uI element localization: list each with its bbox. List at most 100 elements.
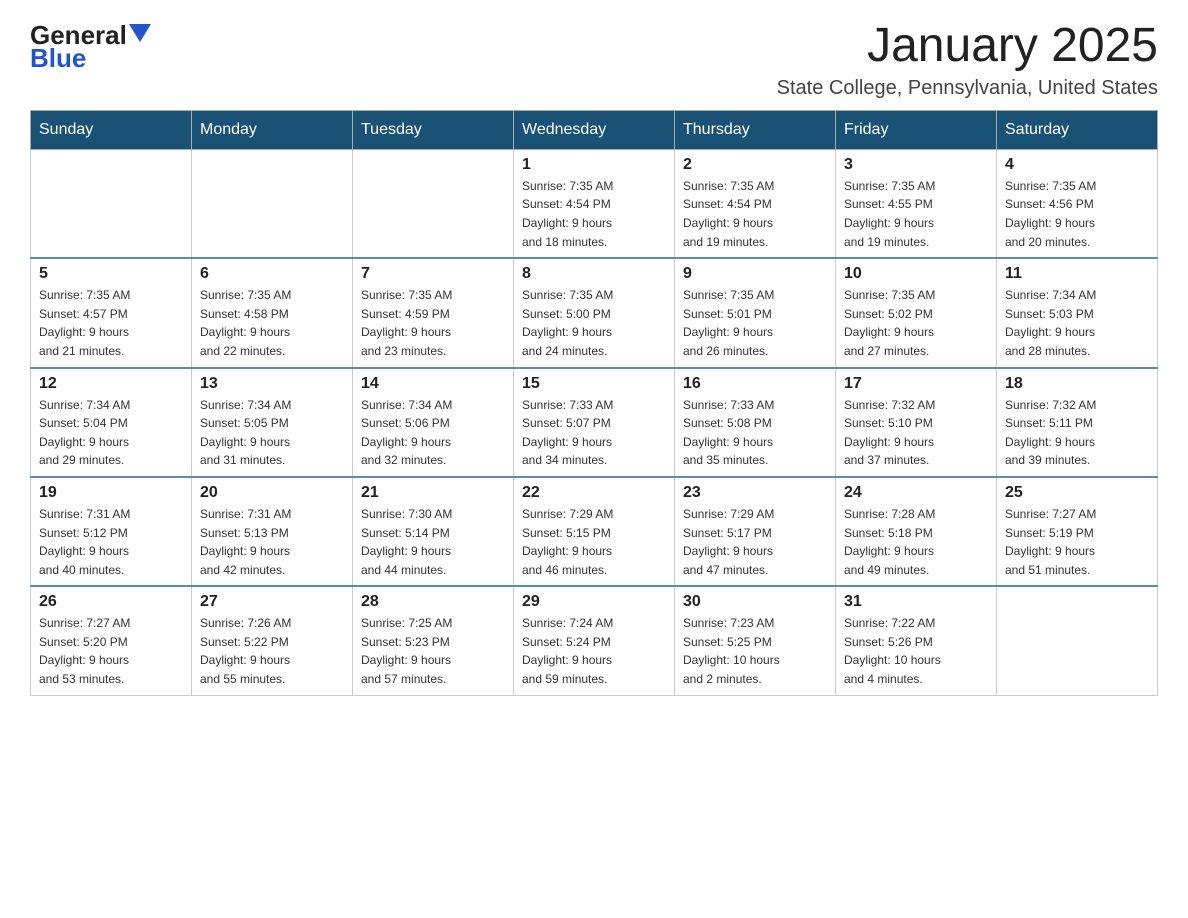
calendar-cell [997, 586, 1158, 695]
day-number: 5 [39, 265, 183, 283]
calendar-table: SundayMondayTuesdayWednesdayThursdayFrid… [30, 110, 1158, 696]
day-number: 26 [39, 593, 183, 611]
day-info: Sunrise: 7:26 AM Sunset: 5:22 PM Dayligh… [200, 614, 344, 688]
page-header: General Blue January 2025 State College,… [30, 20, 1158, 100]
day-info: Sunrise: 7:35 AM Sunset: 5:00 PM Dayligh… [522, 286, 666, 360]
calendar-week-row: 19Sunrise: 7:31 AM Sunset: 5:12 PM Dayli… [31, 477, 1158, 586]
day-number: 8 [522, 265, 666, 283]
logo-triangle-icon [129, 24, 151, 42]
weekday-header-wednesday: Wednesday [514, 110, 675, 149]
day-number: 3 [844, 156, 988, 174]
day-number: 23 [683, 484, 827, 502]
weekday-header-friday: Friday [836, 110, 997, 149]
calendar-cell: 26 Sunrise: 7:27 AM Sunset: 5:20 PM Dayli… [31, 586, 192, 695]
calendar-cell: 2Sunrise: 7:35 AM Sunset: 4:54 PM Daylig… [675, 149, 836, 258]
day-info: Sunrise: 7:28 AM Sunset: 5:18 PM Dayligh… [844, 505, 988, 579]
day-info: Sunrise: 7:27 AM Sunset: 5:20 PM Dayligh… [39, 614, 183, 688]
day-info: Sunrise: 7:35 AM Sunset: 4:55 PM Dayligh… [844, 177, 988, 251]
day-info: Sunrise: 7:33 AM Sunset: 5:07 PM Dayligh… [522, 396, 666, 470]
weekday-header-thursday: Thursday [675, 110, 836, 149]
weekday-header-tuesday: Tuesday [353, 110, 514, 149]
day-number: 29 [522, 593, 666, 611]
calendar-week-row: 26 Sunrise: 7:27 AM Sunset: 5:20 PM Dayli… [31, 586, 1158, 695]
calendar-cell: 22 Sunrise: 7:29 AM Sunset: 5:15 PM Dayli… [514, 477, 675, 586]
day-number: 16 [683, 375, 827, 393]
calendar-cell [192, 149, 353, 258]
calendar-cell: 15 Sunrise: 7:33 AM Sunset: 5:07 PM Dayli… [514, 368, 675, 477]
calendar-cell: 10Sunrise: 7:35 AM Sunset: 5:02 PM Dayli… [836, 258, 997, 367]
day-number: 1 [522, 156, 666, 174]
day-number: 20 [200, 484, 344, 502]
calendar-cell: 19Sunrise: 7:31 AM Sunset: 5:12 PM Dayli… [31, 477, 192, 586]
calendar-cell: 24Sunrise: 7:28 AM Sunset: 5:18 PM Dayli… [836, 477, 997, 586]
day-info: Sunrise: 7:35 AM Sunset: 5:01 PM Dayligh… [683, 286, 827, 360]
day-info: Sunrise: 7:32 AM Sunset: 5:11 PM Dayligh… [1005, 396, 1149, 470]
day-info: Sunrise: 7:23 AM Sunset: 5:25 PM Dayligh… [683, 614, 827, 688]
day-info: Sunrise: 7:35 AM Sunset: 4:57 PM Dayligh… [39, 286, 183, 360]
weekday-header-monday: Monday [192, 110, 353, 149]
day-info: Sunrise: 7:24 AM Sunset: 5:24 PM Dayligh… [522, 614, 666, 688]
day-number: 28 [361, 593, 505, 611]
day-number: 11 [1005, 265, 1149, 283]
calendar-cell [353, 149, 514, 258]
day-number: 14 [361, 375, 505, 393]
logo-blue-text: Blue [30, 43, 86, 74]
calendar-cell: 3 Sunrise: 7:35 AM Sunset: 4:55 PM Daylig… [836, 149, 997, 258]
day-info: Sunrise: 7:34 AM Sunset: 5:03 PM Dayligh… [1005, 286, 1149, 360]
calendar-cell: 23Sunrise: 7:29 AM Sunset: 5:17 PM Dayli… [675, 477, 836, 586]
day-info: Sunrise: 7:34 AM Sunset: 5:06 PM Dayligh… [361, 396, 505, 470]
day-info: Sunrise: 7:31 AM Sunset: 5:12 PM Dayligh… [39, 505, 183, 579]
calendar-cell: 6 Sunrise: 7:35 AM Sunset: 4:58 PM Daylig… [192, 258, 353, 367]
location-text: State College, Pennsylvania, United Stat… [777, 77, 1158, 100]
calendar-cell: 1 Sunrise: 7:35 AM Sunset: 4:54 PM Daylig… [514, 149, 675, 258]
day-info: Sunrise: 7:35 AM Sunset: 4:54 PM Dayligh… [522, 177, 666, 251]
calendar-cell: 12Sunrise: 7:34 AM Sunset: 5:04 PM Dayli… [31, 368, 192, 477]
day-number: 10 [844, 265, 988, 283]
calendar-week-row: 1 Sunrise: 7:35 AM Sunset: 4:54 PM Daylig… [31, 149, 1158, 258]
day-info: Sunrise: 7:25 AM Sunset: 5:23 PM Dayligh… [361, 614, 505, 688]
day-info: Sunrise: 7:22 AM Sunset: 5:26 PM Dayligh… [844, 614, 988, 688]
calendar-week-row: 5 Sunrise: 7:35 AM Sunset: 4:57 PM Daylig… [31, 258, 1158, 367]
day-info: Sunrise: 7:35 AM Sunset: 4:54 PM Dayligh… [683, 177, 827, 251]
weekday-header-row: SundayMondayTuesdayWednesdayThursdayFrid… [31, 110, 1158, 149]
day-number: 31 [844, 593, 988, 611]
day-info: Sunrise: 7:33 AM Sunset: 5:08 PM Dayligh… [683, 396, 827, 470]
calendar-week-row: 12Sunrise: 7:34 AM Sunset: 5:04 PM Dayli… [31, 368, 1158, 477]
calendar-cell [31, 149, 192, 258]
day-info: Sunrise: 7:34 AM Sunset: 5:04 PM Dayligh… [39, 396, 183, 470]
calendar-cell: 8 Sunrise: 7:35 AM Sunset: 5:00 PM Daylig… [514, 258, 675, 367]
day-number: 22 [522, 484, 666, 502]
calendar-cell: 27 Sunrise: 7:26 AM Sunset: 5:22 PM Dayli… [192, 586, 353, 695]
day-info: Sunrise: 7:27 AM Sunset: 5:19 PM Dayligh… [1005, 505, 1149, 579]
calendar-cell: 11 Sunrise: 7:34 AM Sunset: 5:03 PM Dayli… [997, 258, 1158, 367]
calendar-cell: 28 Sunrise: 7:25 AM Sunset: 5:23 PM Dayli… [353, 586, 514, 695]
day-info: Sunrise: 7:35 AM Sunset: 4:56 PM Dayligh… [1005, 177, 1149, 251]
day-info: Sunrise: 7:34 AM Sunset: 5:05 PM Dayligh… [200, 396, 344, 470]
calendar-cell: 29 Sunrise: 7:24 AM Sunset: 5:24 PM Dayli… [514, 586, 675, 695]
calendar-cell: 30 Sunrise: 7:23 AM Sunset: 5:25 PM Dayli… [675, 586, 836, 695]
title-block: January 2025 State College, Pennsylvania… [777, 20, 1158, 100]
calendar-cell: 7 Sunrise: 7:35 AM Sunset: 4:59 PM Daylig… [353, 258, 514, 367]
calendar-cell: 16 Sunrise: 7:33 AM Sunset: 5:08 PM Dayli… [675, 368, 836, 477]
day-number: 15 [522, 375, 666, 393]
day-number: 18 [1005, 375, 1149, 393]
day-number: 9 [683, 265, 827, 283]
day-number: 27 [200, 593, 344, 611]
day-number: 30 [683, 593, 827, 611]
day-number: 17 [844, 375, 988, 393]
day-info: Sunrise: 7:35 AM Sunset: 4:58 PM Dayligh… [200, 286, 344, 360]
day-number: 4 [1005, 156, 1149, 174]
day-number: 7 [361, 265, 505, 283]
calendar-cell: 4 Sunrise: 7:35 AM Sunset: 4:56 PM Daylig… [997, 149, 1158, 258]
month-title: January 2025 [777, 20, 1158, 73]
calendar-cell: 21Sunrise: 7:30 AM Sunset: 5:14 PM Dayli… [353, 477, 514, 586]
calendar-cell: 17Sunrise: 7:32 AM Sunset: 5:10 PM Dayli… [836, 368, 997, 477]
day-number: 6 [200, 265, 344, 283]
calendar-cell: 31 Sunrise: 7:22 AM Sunset: 5:26 PM Dayli… [836, 586, 997, 695]
calendar-cell: 13Sunrise: 7:34 AM Sunset: 5:05 PM Dayli… [192, 368, 353, 477]
day-number: 21 [361, 484, 505, 502]
calendar-cell: 25Sunrise: 7:27 AM Sunset: 5:19 PM Dayli… [997, 477, 1158, 586]
day-info: Sunrise: 7:29 AM Sunset: 5:15 PM Dayligh… [522, 505, 666, 579]
logo: General Blue [30, 20, 151, 74]
day-info: Sunrise: 7:35 AM Sunset: 4:59 PM Dayligh… [361, 286, 505, 360]
